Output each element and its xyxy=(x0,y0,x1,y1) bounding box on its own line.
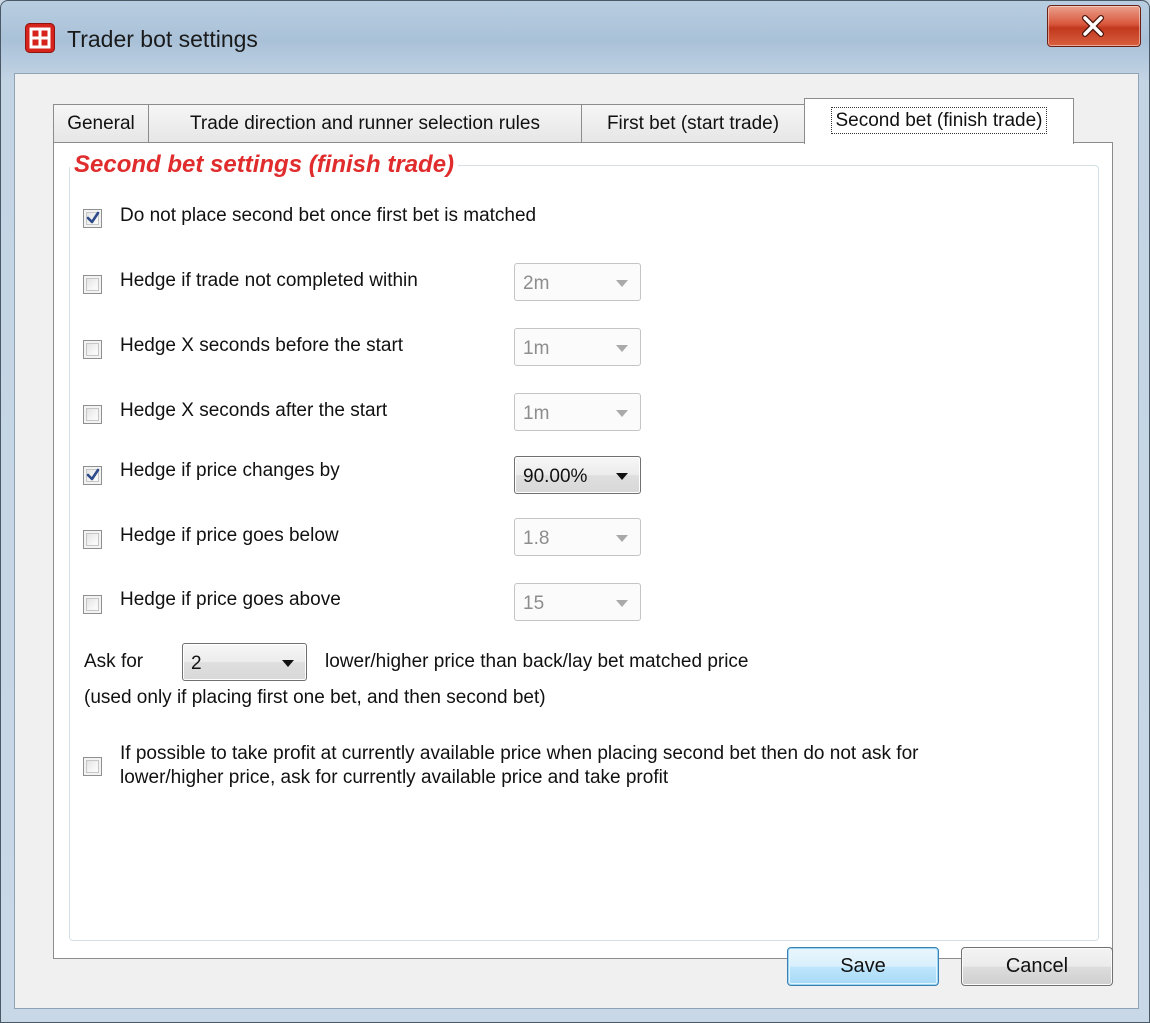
ask-note-label: (used only if placing first one bet, and… xyxy=(84,687,546,708)
chevron-down-icon xyxy=(616,473,628,480)
hedge-before-select[interactable]: 1m xyxy=(514,328,641,366)
settings-window: Trader bot settings General Trade direct… xyxy=(0,0,1150,1023)
close-icon xyxy=(1082,15,1104,37)
chevron-down-icon xyxy=(616,345,628,352)
hedge-after-checkbox[interactable] xyxy=(83,405,102,424)
select-value: 1m xyxy=(523,338,550,359)
do-not-place-label: Do not place second bet once first bet i… xyxy=(120,205,537,226)
select-value: 1m xyxy=(523,403,550,424)
window-title: Trader bot settings xyxy=(67,26,258,52)
hedge-price-change-label: Hedge if price changes by xyxy=(120,460,340,481)
tab-panel: Second bet settings (finish trade) Do no… xyxy=(53,142,1113,959)
hedge-before-label: Hedge X seconds before the start xyxy=(120,335,404,356)
hedge-below-label: Hedge if price goes below xyxy=(120,525,339,546)
hedge-after-select[interactable]: 1m xyxy=(514,393,641,431)
hedge-price-change-checkbox[interactable] xyxy=(83,466,102,485)
hedge-price-change-select[interactable]: 90.00% xyxy=(514,456,641,494)
hedge-above-checkbox[interactable] xyxy=(83,595,102,614)
select-value: 90.00% xyxy=(523,466,588,487)
hedge-above-select[interactable]: 15 xyxy=(514,583,641,621)
hedge-before-checkbox[interactable] xyxy=(83,340,102,359)
close-button[interactable] xyxy=(1047,5,1141,47)
ask-suffix-label: lower/higher price than back/lay bet mat… xyxy=(325,651,749,672)
dialog-client-area: General Trade direction and runner selec… xyxy=(14,73,1139,1009)
save-button[interactable]: Save xyxy=(787,947,939,986)
checkmark-icon xyxy=(86,211,100,224)
checkmark-icon xyxy=(86,468,100,481)
take-profit-label-line1: If possible to take profit at currently … xyxy=(120,743,919,764)
app-grid-icon xyxy=(25,23,55,53)
take-profit-label-line2: lower/higher price, ask for currently av… xyxy=(120,767,669,788)
hedge-time-checkbox[interactable] xyxy=(83,275,102,294)
chevron-down-icon xyxy=(616,410,628,417)
select-value: 15 xyxy=(523,593,545,614)
tab-second-bet[interactable]: Second bet (finish trade) xyxy=(804,98,1074,144)
chevron-down-icon xyxy=(616,280,628,287)
tab-label: Second bet (finish trade) xyxy=(831,107,1047,134)
title-bar[interactable]: Trader bot settings xyxy=(1,1,1149,61)
tab-label: First bet (start trade) xyxy=(606,113,780,134)
hedge-below-select[interactable]: 1.8 xyxy=(514,518,641,556)
cancel-button[interactable]: Cancel xyxy=(961,947,1113,986)
do-not-place-checkbox[interactable] xyxy=(83,209,102,228)
select-value: 2m xyxy=(523,273,550,294)
chevron-down-icon xyxy=(616,600,628,607)
hedge-time-label: Hedge if trade not completed within xyxy=(120,270,418,291)
tab-first-bet[interactable]: First bet (start trade) xyxy=(581,104,805,142)
take-profit-checkbox[interactable] xyxy=(83,757,102,776)
cancel-button-label: Cancel xyxy=(1005,955,1069,977)
tab-label: Trade direction and runner selection rul… xyxy=(190,113,540,134)
hedge-above-label: Hedge if price goes above xyxy=(120,589,341,610)
hedge-below-checkbox[interactable] xyxy=(83,530,102,549)
select-value: 2 xyxy=(191,653,202,674)
ask-ticks-select[interactable]: 2 xyxy=(182,643,307,681)
save-button-label: Save xyxy=(840,955,886,977)
ask-for-label: Ask for xyxy=(84,651,144,672)
chevron-down-icon xyxy=(616,535,628,542)
tab-general[interactable]: General xyxy=(53,104,149,142)
select-value: 1.8 xyxy=(523,528,550,549)
group-title: Second bet settings (finish trade) xyxy=(70,151,459,179)
chevron-down-icon xyxy=(282,660,294,667)
hedge-after-label: Hedge X seconds after the start xyxy=(120,400,388,421)
tab-label: General xyxy=(67,113,135,134)
tab-trade-direction[interactable]: Trade direction and runner selection rul… xyxy=(148,104,582,142)
hedge-time-select[interactable]: 2m xyxy=(514,263,641,301)
